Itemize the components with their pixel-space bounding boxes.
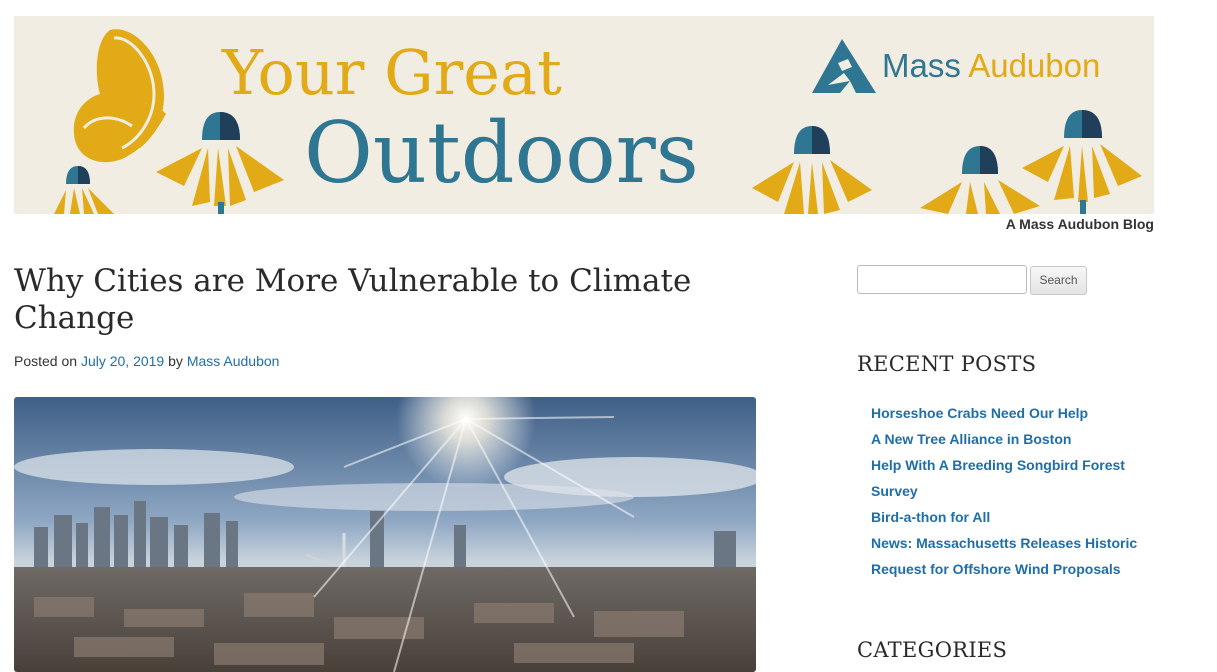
- meta-prefix: Posted on: [14, 353, 81, 369]
- header-banner[interactable]: Your Great Outdoors Mass Audubon: [14, 16, 1154, 214]
- site-tagline: A Mass Audubon Blog: [1005, 216, 1154, 232]
- banner-title-line1: Your Great: [222, 36, 562, 109]
- recent-posts-list: Horseshoe Crabs Need Our Help A New Tree…: [871, 400, 1161, 582]
- boston-skyline-photo: [14, 397, 756, 672]
- flower-icon: [54, 166, 114, 214]
- post-featured-image: [14, 397, 756, 672]
- meta-by: by: [164, 353, 187, 369]
- brand-audubon: Audubon: [968, 47, 1101, 84]
- categories-heading: CATEGORIES: [857, 638, 1008, 662]
- flower-icon: [1022, 110, 1142, 214]
- recent-post-link[interactable]: A New Tree Alliance in Boston: [871, 426, 1161, 452]
- search-input[interactable]: [857, 265, 1027, 294]
- recent-post-link[interactable]: Bird-a-thon for All: [871, 504, 1161, 530]
- brand-mass: Mass: [882, 47, 961, 84]
- banner-title-line2: Outdoors: [304, 104, 699, 202]
- post-author-link[interactable]: Mass Audubon: [187, 353, 280, 369]
- mass-audubon-logo[interactable]: Mass Audubon: [810, 36, 1100, 96]
- butterfly-icon: [73, 29, 166, 163]
- post-title[interactable]: Why Cities are More Vulnerable to Climat…: [14, 263, 734, 337]
- recent-post-link[interactable]: News: Massachusetts Releases Historic Re…: [871, 530, 1161, 582]
- recent-post-link[interactable]: Horseshoe Crabs Need Our Help: [871, 400, 1161, 426]
- search-button[interactable]: Search: [1030, 266, 1087, 295]
- flower-icon: [920, 146, 1040, 214]
- flower-icon: [752, 126, 872, 214]
- flower-icon: [156, 112, 284, 214]
- recent-post-link[interactable]: Help With A Breeding Songbird Forest Sur…: [871, 452, 1161, 504]
- post-meta: Posted on July 20, 2019 by Mass Audubon: [14, 353, 279, 369]
- brand-name: Mass Audubon: [882, 47, 1100, 85]
- audubon-bird-logo-icon: [812, 39, 876, 93]
- post-date-link[interactable]: July 20, 2019: [81, 353, 164, 369]
- recent-posts-heading: RECENT POSTS: [857, 352, 1037, 376]
